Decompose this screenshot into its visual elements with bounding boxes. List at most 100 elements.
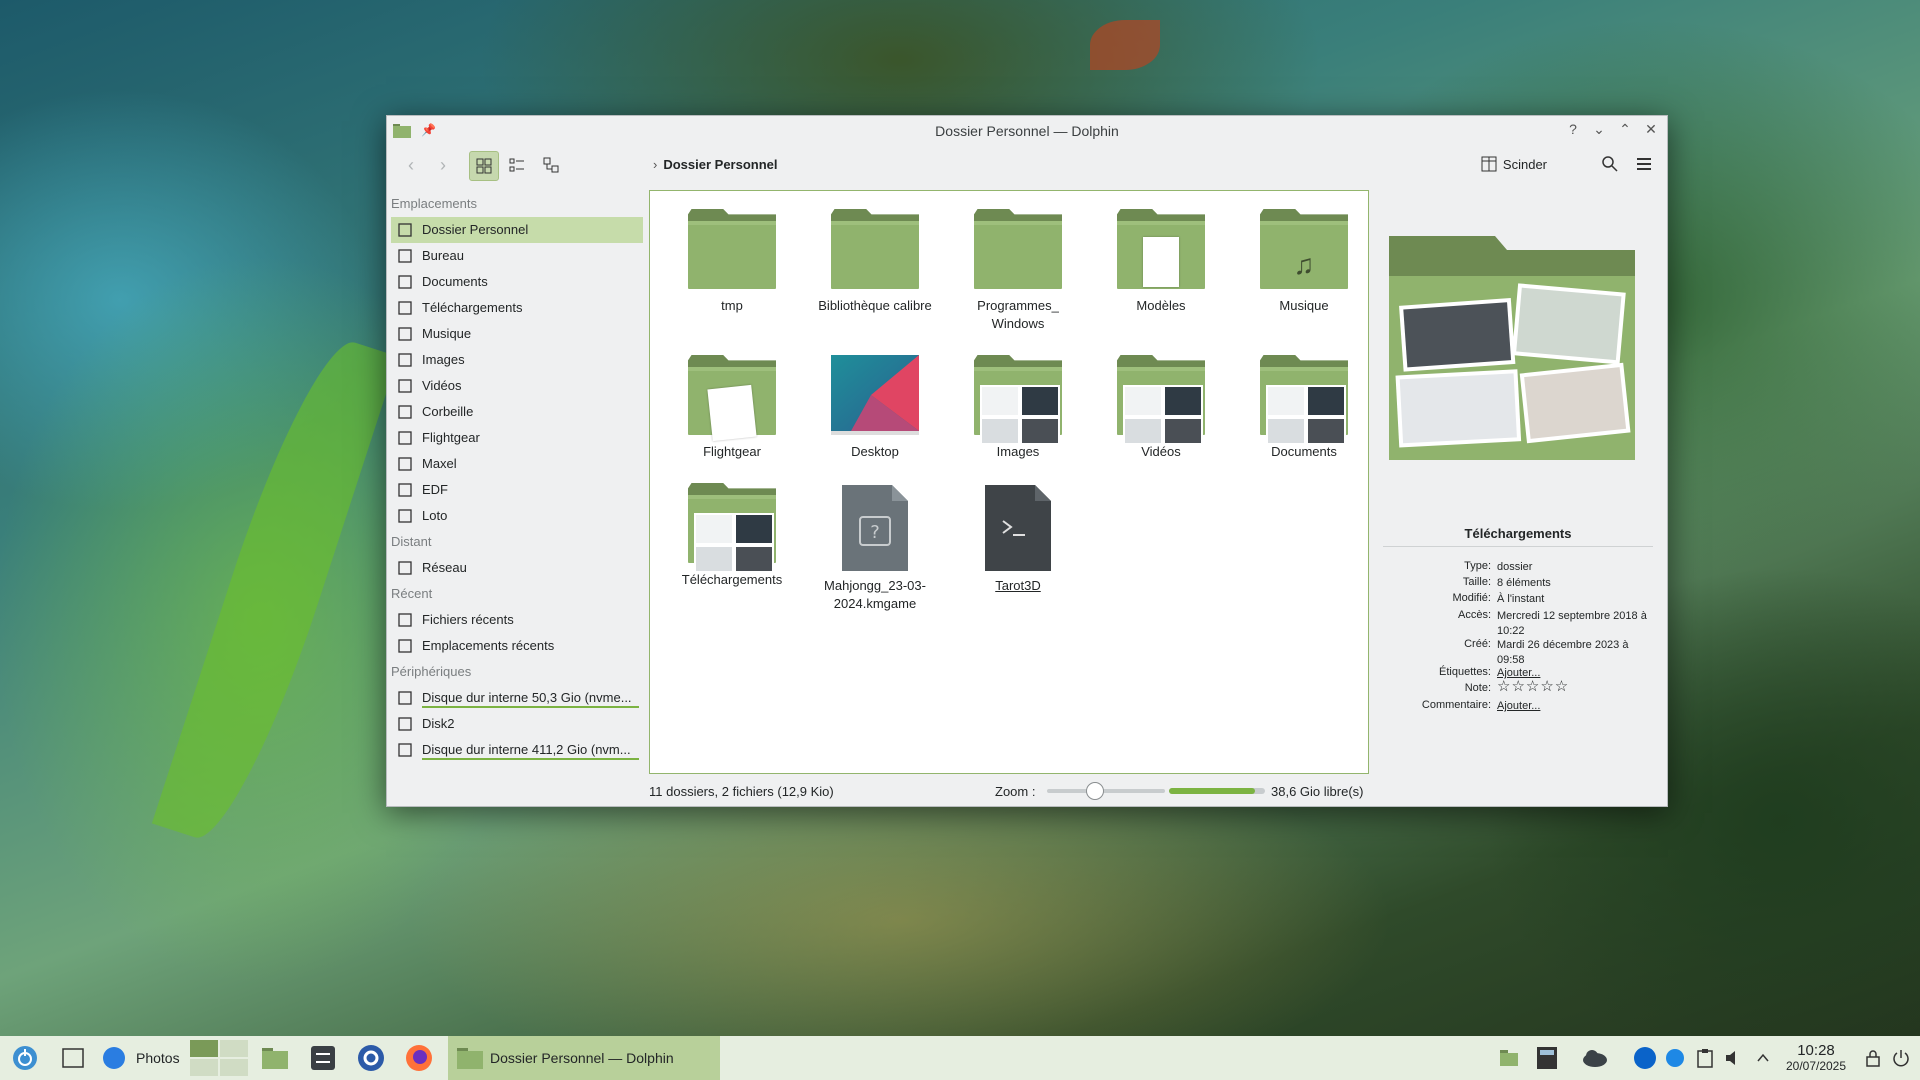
sidebar-item[interactable]: Images xyxy=(391,347,643,373)
folder-item[interactable]: ♫ Musique xyxy=(1234,209,1374,315)
folder-item[interactable]: Flightgear xyxy=(662,355,802,461)
tray-weather[interactable] xyxy=(1580,1043,1610,1073)
file-manager-launcher[interactable] xyxy=(260,1043,290,1073)
close-button[interactable]: ✕ xyxy=(1643,121,1659,138)
sidebar-item[interactable]: Maxel xyxy=(391,451,643,477)
rating-stars[interactable]: ☆☆☆☆☆ xyxy=(1497,679,1657,694)
folder-item[interactable]: Images xyxy=(948,355,1088,461)
sidebar-item-label: Téléchargements xyxy=(422,300,523,315)
sidebar-item[interactable]: Dossier Personnel xyxy=(391,217,643,243)
split-button[interactable]: Scinder xyxy=(1481,156,1547,172)
title-bar[interactable]: 📌 Dossier Personnel — Dolphin ? ⌄ ⌃ ✕ xyxy=(387,116,1667,146)
update-icon xyxy=(1666,1049,1684,1067)
clock[interactable]: 10:28 20/07/2025 xyxy=(1780,1042,1852,1073)
dolphin-task[interactable]: Dossier Personnel — Dolphin xyxy=(448,1036,720,1080)
folder-item[interactable]: Modèles xyxy=(1091,209,1231,315)
sidebar-item[interactable]: Emplacements récents xyxy=(391,633,643,659)
sidebar-item[interactable]: Réseau xyxy=(391,555,643,581)
desktop-1[interactable] xyxy=(190,1040,218,1057)
add-link[interactable]: Ajouter... xyxy=(1497,699,1657,714)
sidebar-item[interactable]: Fichiers récents xyxy=(391,607,643,633)
hp-icon xyxy=(1634,1047,1656,1069)
file-name: tmp xyxy=(721,298,743,313)
minimize-button[interactable]: ⌄ xyxy=(1591,121,1607,138)
folder-item[interactable]: Programmes_ Windows xyxy=(948,209,1088,333)
svg-text:?: ? xyxy=(870,522,880,543)
thumbnail-preview-icon xyxy=(1306,385,1346,417)
folder-icon xyxy=(262,1048,288,1069)
folder-item[interactable]: Documents xyxy=(1234,355,1374,461)
folder-item[interactable]: Vidéos xyxy=(1091,355,1231,461)
folder-item[interactable]: tmp xyxy=(662,209,802,315)
info-value: 8 éléments xyxy=(1497,577,1551,589)
power-button[interactable] xyxy=(1886,1043,1916,1073)
settings-sliders-icon xyxy=(311,1046,335,1070)
tray-expand-button[interactable] xyxy=(1748,1043,1778,1073)
desktop-3[interactable] xyxy=(190,1059,218,1076)
sidebar-item[interactable]: Documents xyxy=(391,269,643,295)
folder-item[interactable]: Téléchargements xyxy=(662,483,802,589)
thumbnail-preview-icon xyxy=(694,513,734,545)
hamburger-menu-button[interactable] xyxy=(1635,155,1653,176)
thumbnail-preview-icon xyxy=(1163,417,1203,445)
executable-file-icon xyxy=(985,485,1051,571)
sidebar-section-title: Emplacements xyxy=(391,196,477,211)
desktop-2[interactable] xyxy=(220,1040,248,1057)
sidebar-item[interactable]: Téléchargements xyxy=(391,295,643,321)
sidebar-item[interactable]: Corbeille xyxy=(391,399,643,425)
desktop-4[interactable] xyxy=(220,1059,248,1076)
compact-view-button[interactable] xyxy=(503,151,531,179)
thumbnail-preview-icon xyxy=(1163,385,1203,417)
help-button[interactable]: ? xyxy=(1565,121,1581,138)
file-item[interactable]: ? Mahjongg_23-03- 2024.kmgame xyxy=(805,483,945,613)
zoom-slider-handle[interactable] xyxy=(1086,782,1105,800)
breadcrumb[interactable]: › Dossier Personnel xyxy=(653,157,778,172)
tray-files[interactable] xyxy=(1494,1043,1524,1073)
tray-clipboard[interactable] xyxy=(1690,1043,1720,1073)
tray-hp[interactable] xyxy=(1630,1043,1660,1073)
sidebar-item[interactable]: Disque dur interne 411,2 Gio (nvm... xyxy=(391,737,643,763)
maximize-button[interactable]: ⌃ xyxy=(1617,121,1633,138)
virtual-desktop-pager[interactable] xyxy=(190,1040,248,1076)
settings-launcher[interactable] xyxy=(308,1043,338,1073)
back-button[interactable]: ‹ xyxy=(399,154,423,176)
details-view-button[interactable] xyxy=(537,151,565,179)
sidebar-item[interactable]: Flightgear xyxy=(391,425,643,451)
photos-task[interactable]: Photos xyxy=(102,1043,190,1073)
file-item[interactable]: Tarot3D xyxy=(948,483,1088,595)
tray-volume[interactable] xyxy=(1718,1043,1748,1073)
show-desktop-button[interactable] xyxy=(58,1043,88,1073)
info-label: Type: xyxy=(1464,560,1491,572)
sidebar-item[interactable]: Bureau xyxy=(391,243,643,269)
taskbar: Photos Dossier Personnel — Dolphin 10:28… xyxy=(0,1036,1920,1080)
folder-icon xyxy=(974,209,1062,289)
sidebar-item[interactable]: Musique xyxy=(391,321,643,347)
sidebar-item[interactable]: Disk2 xyxy=(391,711,643,737)
sidebar-item[interactable]: Loto xyxy=(391,503,643,529)
app-launcher-button[interactable] xyxy=(10,1043,40,1073)
search-button[interactable] xyxy=(1601,155,1619,176)
information-panel: Téléchargements Type: dossier Taille: 8 élé… xyxy=(1373,190,1663,772)
file-name: Musique xyxy=(1279,298,1329,313)
folder-icon: ♫ xyxy=(1260,209,1348,289)
folder-item[interactable]: Bibliothèque calibre xyxy=(805,209,945,315)
tray-update[interactable] xyxy=(1660,1043,1690,1073)
drive-usage-bar xyxy=(422,758,639,760)
toolbar: ‹ › › Dossier Personnel Scinder xyxy=(387,146,1667,184)
icons-view-button[interactable] xyxy=(469,151,499,181)
info-label: Note: xyxy=(1464,682,1491,694)
sidebar-item[interactable]: Vidéos xyxy=(391,373,643,399)
system-monitor-launcher[interactable] xyxy=(356,1043,386,1073)
firefox-launcher[interactable] xyxy=(404,1043,434,1073)
folder-icon xyxy=(831,209,919,289)
tray-calculator[interactable] xyxy=(1532,1043,1562,1073)
sidebar-item[interactable]: EDF xyxy=(391,477,643,503)
file-view[interactable]: tmp Bibliothèque calibre Programmes_ Windo… xyxy=(649,190,1369,774)
sidebar-item-label: Documents xyxy=(422,274,488,289)
zoom-slider[interactable] xyxy=(1047,782,1165,800)
sidebar-item[interactable]: Disque dur interne 50,3 Gio (nvme... xyxy=(391,685,643,711)
lock-screen-button[interactable] xyxy=(1858,1043,1888,1073)
recent-files-icon xyxy=(398,613,412,627)
forward-button[interactable]: › xyxy=(431,154,455,176)
folder-item[interactable]: Desktop xyxy=(805,355,945,461)
